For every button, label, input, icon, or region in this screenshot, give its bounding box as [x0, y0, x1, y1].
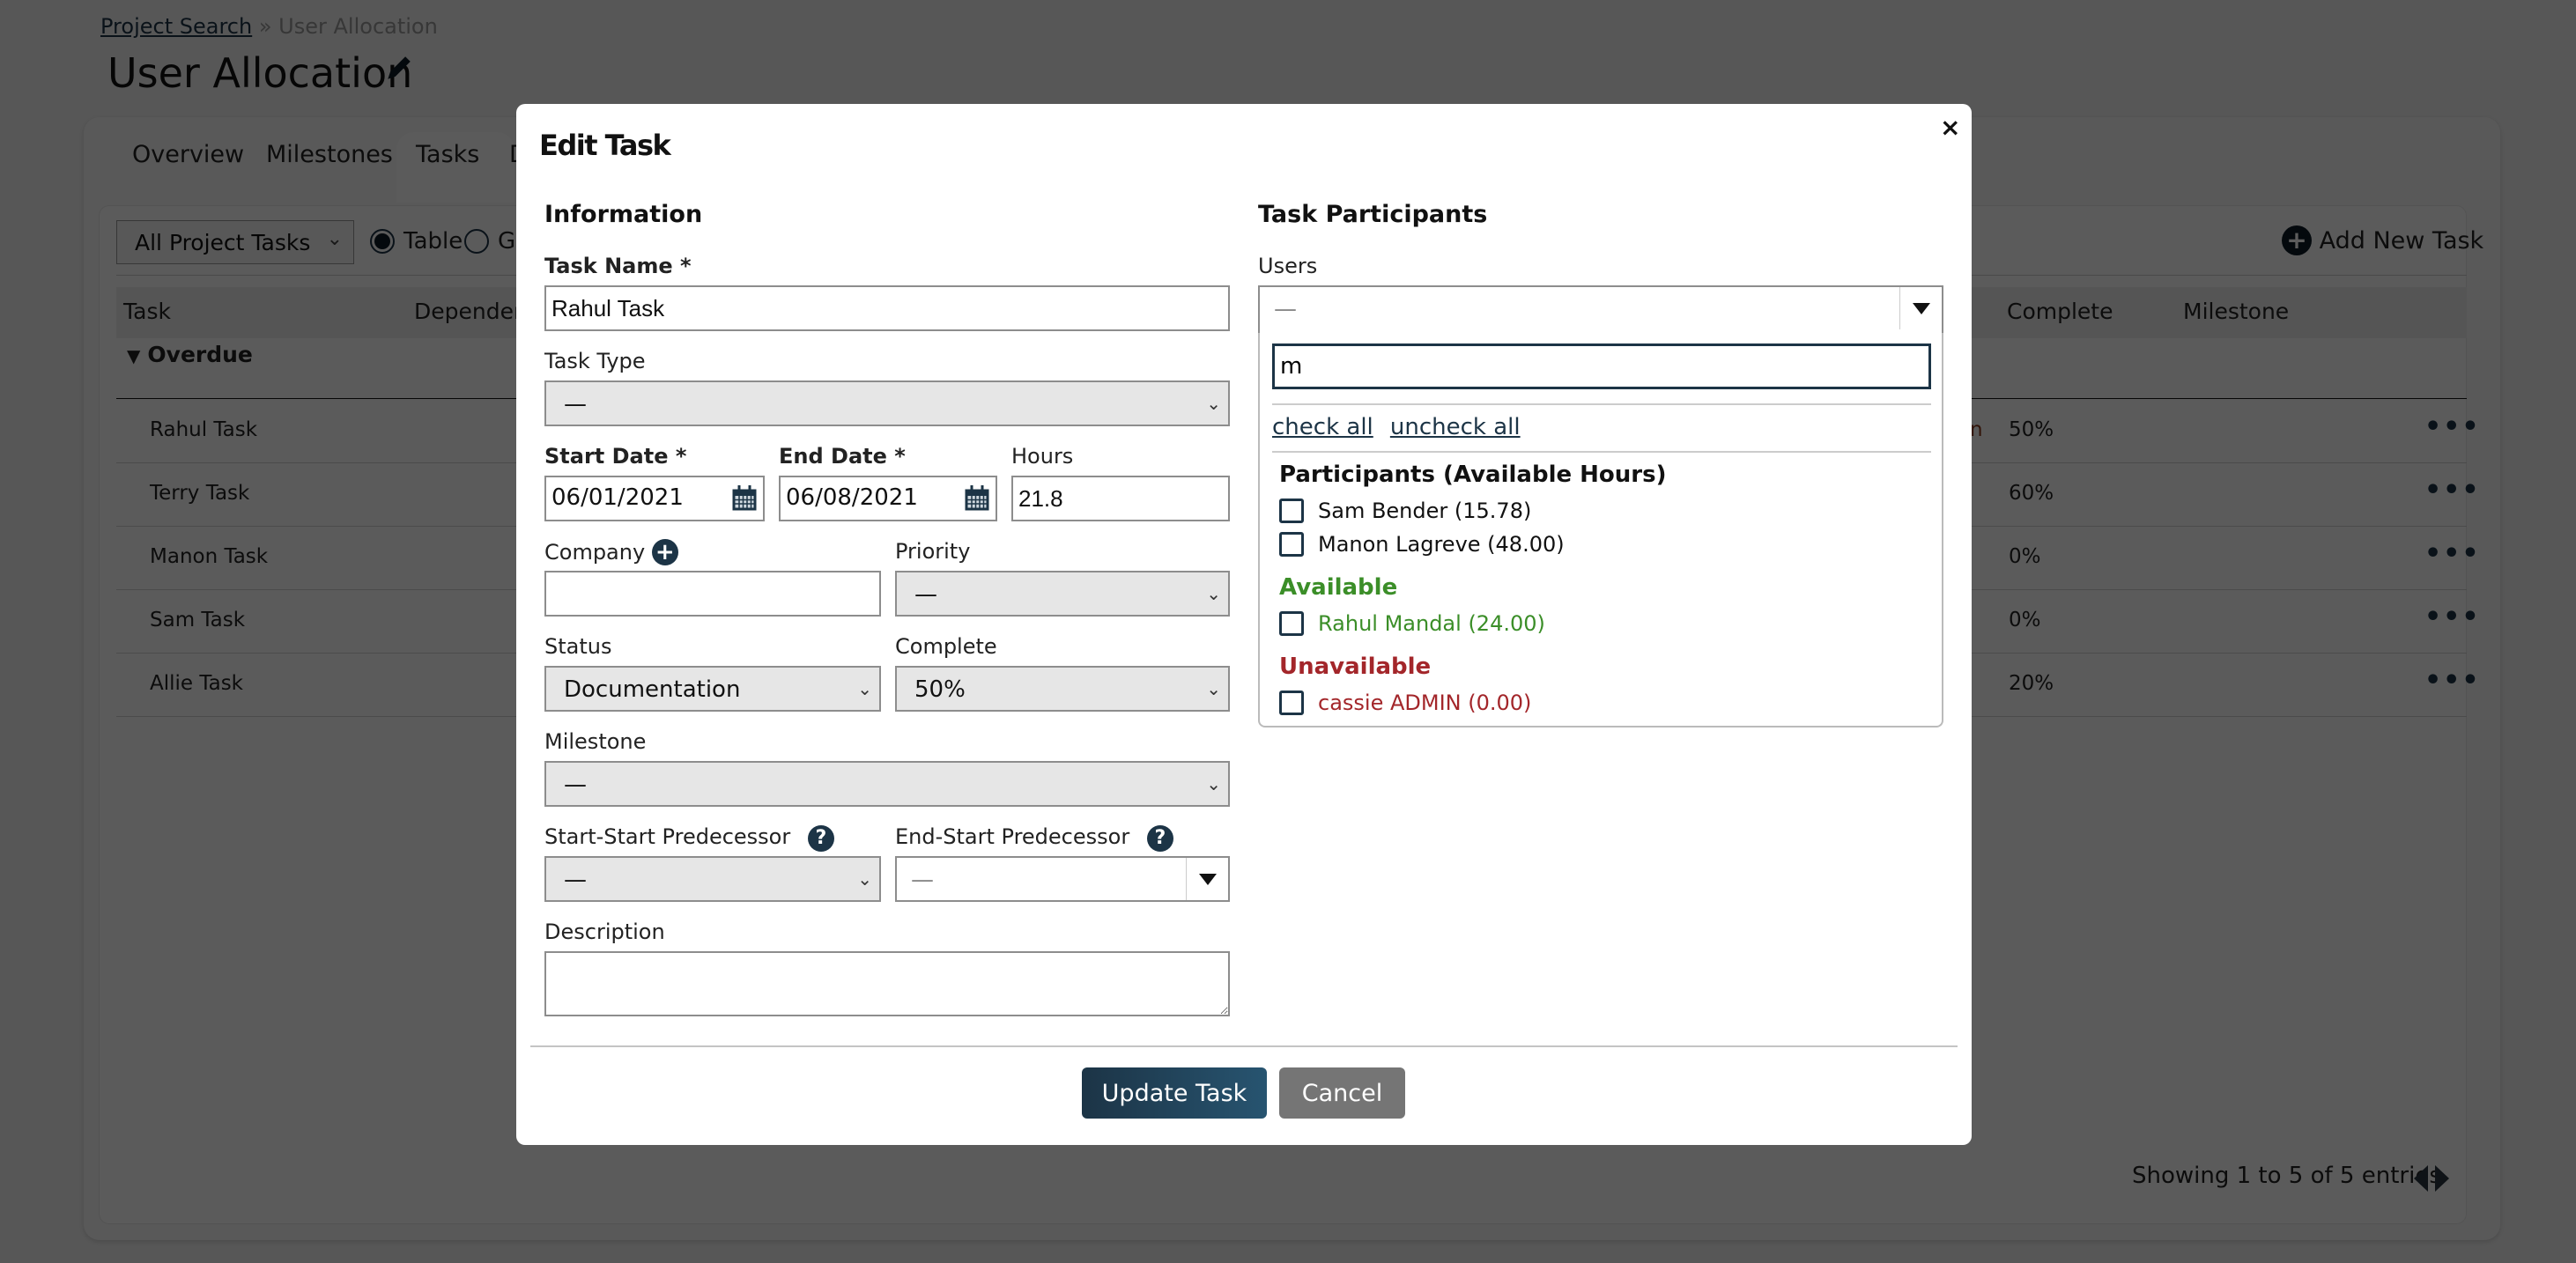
checkbox[interactable] [1279, 611, 1304, 636]
complete-value: 50% [914, 676, 966, 703]
participant-option[interactable]: Sam Bender (15.78) [1279, 499, 1531, 523]
start-date-value: 06/01/2021 [551, 484, 684, 511]
chevron-down-icon: ⌄ [1206, 583, 1221, 604]
users-placeholder: — [1274, 296, 1297, 322]
information-heading: Information [544, 201, 703, 228]
participant-option[interactable]: Manon Lagreve (48.00) [1279, 532, 1565, 557]
bulk-actions: check all uncheck all [1272, 414, 1521, 440]
company-input[interactable] [544, 571, 881, 617]
start-date-input[interactable]: 06/01/2021 [544, 476, 765, 521]
users-dropdown-panel: check all uncheck all Participants (Avai… [1258, 333, 1943, 728]
task-participants-heading: Task Participants [1258, 201, 1488, 228]
end-date-input[interactable]: 06/08/2021 [779, 476, 997, 521]
modal-footer-divider [530, 1045, 1958, 1047]
milestone-value: — [564, 772, 587, 798]
users-label: Users [1258, 254, 1318, 278]
calendar-icon[interactable] [964, 485, 990, 512]
hours-input[interactable] [1011, 476, 1230, 521]
end-start-predecessor-label-text: End-Start Predecessor [895, 824, 1130, 849]
company-label: Company + [544, 539, 678, 565]
option-group-heading: Unavailable [1279, 654, 1432, 680]
status-select[interactable]: Documentation ⌄ [544, 666, 881, 712]
caret-down-icon[interactable] [1186, 858, 1228, 900]
end-start-predecessor-placeholder: — [911, 867, 934, 893]
participant-label: Manon Lagreve (48.00) [1318, 532, 1565, 557]
close-icon[interactable]: × [1940, 113, 1960, 142]
status-value: Documentation [564, 676, 741, 703]
help-icon[interactable]: ? [1146, 824, 1173, 852]
checkbox[interactable] [1279, 691, 1304, 715]
company-label-text: Company [544, 540, 646, 565]
task-type-value: — [564, 391, 587, 417]
chevron-down-icon: ⌄ [857, 868, 872, 890]
end-date-label: End Date * [779, 444, 906, 469]
participant-label: Sam Bender (15.78) [1318, 499, 1532, 523]
users-combobox[interactable]: — [1258, 285, 1943, 335]
task-type-select[interactable]: — ⌄ [544, 380, 1230, 426]
add-company-icon[interactable]: + [651, 539, 678, 565]
check-all-link[interactable]: check all [1272, 414, 1373, 440]
participant-option[interactable]: cassie ADMIN (0.00) [1279, 691, 1531, 715]
status-label: Status [544, 634, 612, 659]
end-date-value: 06/08/2021 [786, 484, 918, 511]
divider [1272, 403, 1931, 405]
start-start-predecessor-select[interactable]: — ⌄ [544, 856, 881, 902]
task-type-label: Task Type [544, 349, 646, 373]
modal-title: Edit Task [539, 129, 671, 162]
start-date-label: Start Date * [544, 444, 687, 469]
complete-label: Complete [895, 634, 997, 659]
hours-label: Hours [1011, 444, 1074, 469]
chevron-down-icon: ⌄ [857, 678, 872, 699]
priority-select[interactable]: — ⌄ [895, 571, 1230, 617]
chevron-down-icon: ⌄ [1206, 678, 1221, 699]
milestone-select[interactable]: — ⌄ [544, 761, 1230, 807]
description-label: Description [544, 920, 665, 944]
description-textarea[interactable] [544, 951, 1230, 1016]
end-start-predecessor-combobox[interactable]: — [895, 856, 1230, 902]
checkbox[interactable] [1279, 499, 1304, 523]
participant-label: Rahul Mandal (24.00) [1318, 611, 1545, 636]
start-start-predecessor-value: — [564, 867, 587, 893]
participant-option[interactable]: Rahul Mandal (24.00) [1279, 611, 1545, 636]
priority-label: Priority [895, 539, 971, 564]
milestone-label: Milestone [544, 729, 647, 754]
divider [1272, 451, 1931, 453]
help-icon[interactable]: ? [807, 824, 834, 852]
calendar-icon[interactable] [731, 485, 758, 512]
task-name-label: Task Name * [544, 254, 692, 278]
chevron-down-icon: ⌄ [1206, 773, 1221, 794]
option-group-heading: Participants (Available Hours) [1279, 462, 1667, 488]
start-start-predecessor-label: Start-Start Predecessor ? [544, 824, 834, 852]
participant-label: cassie ADMIN (0.00) [1318, 691, 1532, 715]
caret-down-icon[interactable] [1899, 287, 1942, 329]
users-search-input[interactable] [1272, 343, 1931, 389]
complete-select[interactable]: 50% ⌄ [895, 666, 1230, 712]
uncheck-all-link[interactable]: uncheck all [1390, 414, 1521, 440]
checkbox[interactable] [1279, 532, 1304, 557]
priority-value: — [914, 581, 937, 608]
chevron-down-icon: ⌄ [1206, 393, 1221, 414]
cancel-button[interactable]: Cancel [1279, 1067, 1405, 1119]
edit-task-modal: Edit Task × Information Task Name * Task… [516, 104, 1972, 1145]
task-name-input[interactable] [544, 285, 1230, 331]
end-start-predecessor-label: End-Start Predecessor ? [895, 824, 1173, 852]
option-group-heading: Available [1279, 574, 1398, 601]
start-start-predecessor-label-text: Start-Start Predecessor [544, 824, 791, 849]
update-task-button[interactable]: Update Task [1082, 1067, 1267, 1119]
